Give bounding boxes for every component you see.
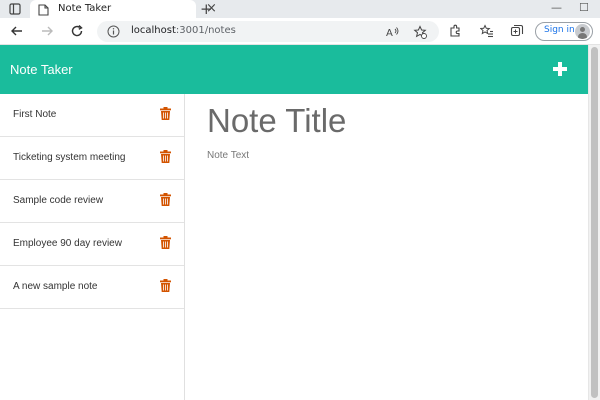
page-icon — [38, 3, 49, 16]
maximize-button[interactable]: ☐ — [579, 0, 589, 16]
delete-trash-icon[interactable] — [160, 150, 171, 163]
list-item[interactable]: A new sample note — [0, 266, 184, 309]
app-title[interactable]: Note Taker — [10, 62, 73, 77]
sign-in-label: Sign in — [544, 25, 575, 35]
scrollbar-thumb[interactable] — [591, 47, 598, 398]
tab-title: Note Taker — [58, 3, 112, 14]
refresh-icon[interactable] — [69, 23, 85, 39]
list-item[interactable]: Ticketing system meeting — [0, 137, 184, 180]
note-item-title[interactable]: Sample code review — [13, 195, 103, 206]
app-navbar: Note Taker — [0, 45, 588, 94]
url-host: localhost — [131, 25, 176, 36]
collections-icon[interactable] — [510, 24, 524, 38]
list-item[interactable]: Employee 90 day review — [0, 223, 184, 266]
read-aloud-icon[interactable]: A — [386, 25, 400, 39]
tab-actions-icon[interactable] — [8, 2, 22, 16]
note-text-input[interactable]: Note Text — [207, 150, 249, 161]
list-item[interactable]: Sample code review — [0, 180, 184, 223]
add-favorite-icon[interactable] — [413, 25, 427, 39]
delete-trash-icon[interactable] — [160, 279, 171, 292]
note-item-title[interactable]: First Note — [13, 109, 56, 120]
note-title-input[interactable]: Note Title — [207, 102, 346, 140]
note-list: First Note Ticketing system meeting Samp… — [0, 94, 185, 400]
minimize-button[interactable]: — — [551, 0, 562, 16]
address-bar[interactable]: localhost:3001/notes A — [97, 21, 439, 42]
delete-trash-icon[interactable] — [160, 107, 171, 120]
note-item-title[interactable]: Ticketing system meeting — [13, 152, 125, 163]
svg-text:A: A — [386, 28, 393, 38]
sign-in-button[interactable]: Sign in — [535, 22, 593, 41]
delete-trash-icon[interactable] — [160, 193, 171, 206]
site-info-icon[interactable] — [107, 25, 120, 38]
browser-tab-bar: Note Taker × + — ☐ — [0, 0, 600, 18]
note-item-title[interactable]: Employee 90 day review — [13, 238, 122, 249]
delete-trash-icon[interactable] — [160, 236, 171, 249]
note-editor: Note Title Note Text — [185, 94, 588, 400]
favorites-icon[interactable] — [480, 24, 494, 38]
forward-icon[interactable] — [39, 23, 55, 39]
new-note-plus-icon[interactable] — [550, 59, 570, 79]
new-tab-button[interactable]: + — [200, 0, 213, 18]
page-scrollbar[interactable] — [588, 45, 600, 400]
url-text[interactable]: localhost:3001/notes — [131, 25, 236, 36]
browser-toolbar: localhost:3001/notes A Sign in — [0, 18, 600, 45]
url-path: :3001/notes — [175, 25, 236, 36]
list-item[interactable]: First Note — [0, 94, 184, 137]
back-icon[interactable] — [9, 23, 25, 39]
extensions-icon[interactable] — [448, 24, 462, 38]
note-item-title[interactable]: A new sample note — [13, 281, 98, 292]
browser-tab[interactable]: Note Taker × — [30, 0, 217, 18]
profile-avatar-icon — [575, 24, 590, 39]
